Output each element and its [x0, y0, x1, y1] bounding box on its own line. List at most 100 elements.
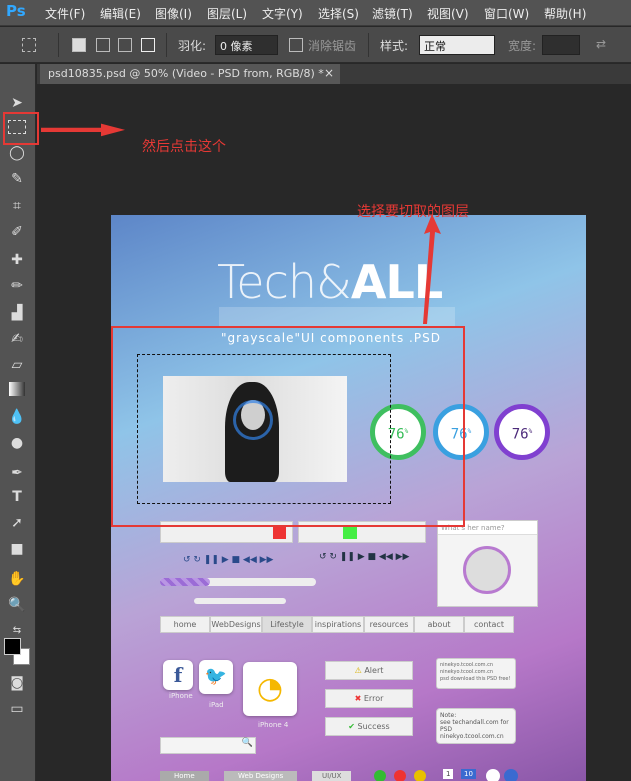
style-select[interactable]: 正常 [419, 35, 495, 55]
search-input[interactable]: 🔍 [160, 737, 256, 754]
nav-webdesigns[interactable]: WebDesigns [210, 616, 262, 633]
intersect-selection-icon[interactable] [141, 38, 155, 52]
quick-mask-icon[interactable]: ◙ [7, 674, 27, 692]
breadcrumb-uiux[interactable]: UI/UX [312, 771, 352, 781]
status-dot-red [394, 770, 406, 781]
toggle-blue[interactable] [504, 769, 518, 781]
breadcrumb-webdesigns[interactable]: Web Designs [224, 771, 298, 781]
nav-home[interactable]: home [160, 616, 210, 633]
slider-1[interactable] [160, 578, 316, 586]
pen-tool-icon[interactable]: ✒ [7, 464, 27, 482]
annotation-step1: 然后点击这个 [142, 139, 226, 155]
divider [368, 33, 369, 57]
subtract-selection-icon[interactable] [118, 38, 132, 52]
menu-file[interactable]: 文件(F) [45, 5, 85, 22]
eyedropper-tool-icon[interactable]: ✐ [7, 223, 27, 241]
menu-image[interactable]: 图像(I) [155, 5, 192, 22]
tooltip-card: ninekyo.tcool.com.cn ninekyo.tcool.com.c… [436, 658, 516, 689]
style-label: 样式: [380, 39, 409, 53]
path-selection-tool-icon[interactable]: ➚ [7, 514, 27, 532]
width-input[interactable] [542, 35, 580, 55]
menu-help[interactable]: 帮助(H) [544, 5, 586, 22]
rectangle-tool-icon[interactable]: ■ [7, 540, 27, 558]
media-controls-2[interactable]: ↺ ↻ ❚❚ ▶ ■ ◀◀ ▶▶ [319, 552, 409, 562]
status-dot-yellow [414, 770, 426, 781]
media-controls-1[interactable]: ↺ ↻ ❚❚ ▶ ■ ◀◀ ▶▶ [183, 555, 273, 565]
app-label-iphone: iPhone [169, 692, 193, 700]
nav-about[interactable]: about [414, 616, 464, 633]
gradient-tool-icon[interactable] [9, 382, 25, 396]
marquee-preset-icon[interactable] [22, 38, 36, 52]
history-brush-tool-icon[interactable]: ✍ [7, 330, 27, 348]
warning-icon: ⚠ [354, 666, 365, 675]
quick-selection-tool-icon[interactable]: ✎ [7, 170, 27, 188]
rss-icon[interactable]: ◔ [243, 662, 297, 716]
twitter-icon[interactable]: 🐦 [199, 660, 233, 694]
menu-type[interactable]: 文字(Y) [262, 5, 303, 22]
tools-panel: ➤ ◯ ✎ ⌗ ✐ ✚ ✏ ▟ ✍ ▱ 💧 ● ✒ T ➚ ■ ✋ 🔍 ⇆ ◙ … [0, 64, 36, 781]
breadcrumb-home[interactable]: Home [160, 771, 209, 781]
hand-tool-icon[interactable]: ✋ [7, 570, 27, 588]
menu-window[interactable]: 窗口(W) [484, 5, 529, 22]
slider-2[interactable] [194, 598, 286, 604]
add-selection-icon[interactable] [96, 38, 110, 52]
profile-card: What's her name? [437, 520, 538, 607]
annotation-arrow-up [423, 214, 441, 324]
screen-mode-icon[interactable]: ▭ [7, 700, 27, 718]
annotation-arrow-right [41, 123, 125, 137]
document-tab-bar: psd10835.psd @ 50% (Video - PSD from, RG… [37, 64, 631, 84]
profile-avatar [463, 546, 511, 594]
error-icon: ✖ [354, 694, 364, 703]
progress-ring-3: 76% [494, 404, 550, 460]
note-card: Note: see techandall.com for PSD ninekyo… [436, 708, 516, 744]
menu-filter[interactable]: 滤镜(T) [372, 5, 413, 22]
document-tab-title: psd10835.psd @ 50% (Video - PSD from, RG… [48, 67, 324, 80]
alert-button[interactable]: ⚠ Alert [325, 661, 413, 680]
feather-input[interactable]: 0 像素 [215, 35, 278, 55]
divider [166, 33, 167, 57]
options-bar: 羽化: 0 像素 消除锯齿 样式: 正常 宽度: ⇄ [0, 27, 631, 63]
eraser-tool-icon[interactable]: ▱ [7, 356, 27, 374]
type-tool-icon[interactable]: T [7, 488, 27, 506]
toggle-white[interactable] [486, 769, 500, 781]
blur-tool-icon[interactable]: 💧 [7, 408, 27, 426]
nav-resources[interactable]: resources [364, 616, 414, 633]
divider [58, 33, 59, 57]
badge-1: 1 [443, 769, 454, 779]
width-label: 宽度: [508, 39, 537, 53]
healing-brush-tool-icon[interactable]: ✚ [7, 251, 27, 269]
photoshop-logo: Ps [6, 2, 26, 20]
clone-stamp-tool-icon[interactable]: ▟ [7, 304, 27, 322]
facebook-icon[interactable]: f [163, 660, 193, 690]
antialias-label: 消除锯齿 [308, 39, 357, 53]
menu-layer[interactable]: 图层(L) [207, 5, 247, 22]
error-button[interactable]: ✖ Error [325, 689, 413, 708]
app-label-ipad: iPad [209, 701, 224, 709]
red-button[interactable] [273, 526, 286, 539]
zoom-tool-icon[interactable]: 🔍 [7, 596, 27, 614]
menu-edit[interactable]: 编辑(E) [100, 5, 141, 22]
nav-contact[interactable]: contact [464, 616, 514, 633]
navigation-bar: home WebDesigns Lifestyle inspirations r… [160, 616, 514, 633]
document-tab[interactable]: psd10835.psd @ 50% (Video - PSD from, RG… [40, 64, 340, 84]
swap-icon[interactable]: ⇄ [596, 37, 606, 51]
move-tool-icon[interactable]: ➤ [7, 94, 27, 112]
app-label-iphone4: iPhone 4 [258, 721, 289, 729]
menu-select[interactable]: 选择(S) [318, 5, 359, 22]
dodge-tool-icon[interactable]: ● [7, 434, 27, 452]
nav-lifestyle[interactable]: Lifestyle [262, 616, 312, 633]
new-selection-icon[interactable] [72, 38, 86, 52]
feather-label: 羽化: [178, 39, 207, 53]
badge-10: 10 [461, 769, 476, 779]
success-button[interactable]: ✔ Success [325, 717, 413, 736]
brush-tool-icon[interactable]: ✏ [7, 277, 27, 295]
close-icon[interactable]: × [324, 66, 334, 80]
foreground-color-swatch[interactable] [4, 638, 21, 655]
menu-view[interactable]: 视图(V) [427, 5, 469, 22]
green-button[interactable] [343, 526, 357, 539]
crop-tool-icon[interactable]: ⌗ [7, 197, 27, 215]
nav-inspirations[interactable]: inspirations [312, 616, 364, 633]
antialias-checkbox[interactable] [289, 38, 303, 52]
lasso-tool-icon[interactable]: ◯ [7, 144, 27, 162]
search-icon[interactable]: 🔍 [242, 738, 253, 748]
